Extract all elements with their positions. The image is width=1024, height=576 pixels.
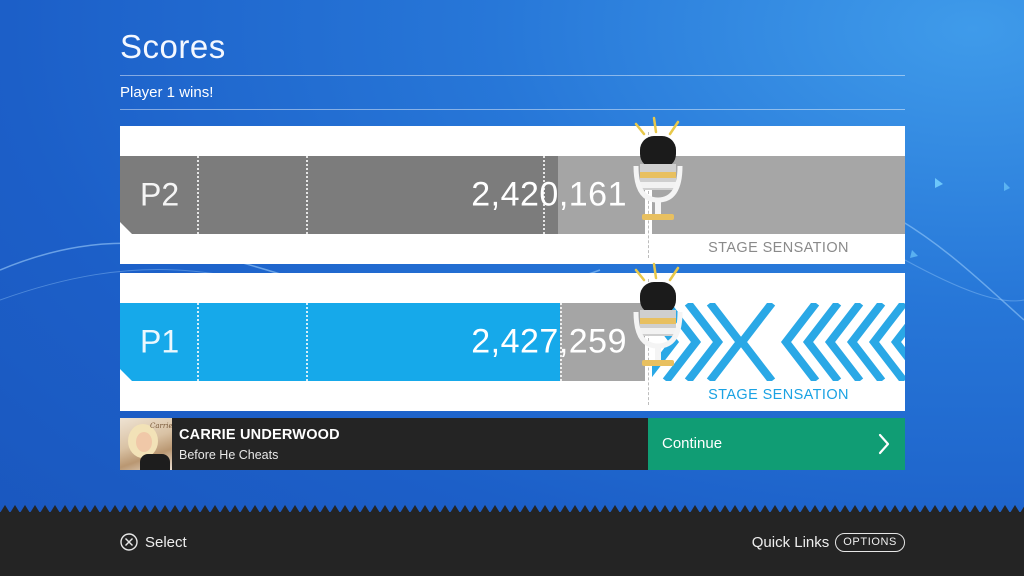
microphone-trophy-icon	[633, 116, 683, 220]
player-1-score-bar: P1 2,427,259	[120, 303, 645, 381]
player-1-score: 2,427,259	[471, 322, 627, 361]
score-marker	[197, 156, 199, 234]
select-hint[interactable]: Select	[120, 531, 187, 553]
result-divider	[120, 109, 905, 110]
cross-button-icon	[120, 533, 138, 551]
album-art-script: Carrie	[150, 422, 172, 430]
continue-button[interactable]: Continue	[648, 418, 905, 470]
options-button[interactable]: OPTIONS	[835, 532, 905, 552]
score-marker	[306, 156, 308, 234]
song-info-bar: Carrie CARRIE UNDERWOOD Before He Cheats	[120, 418, 648, 470]
player-1-award-label: STAGE SENSATION	[708, 387, 849, 403]
page-title: Scores	[120, 28, 226, 65]
player-2-label: P2	[140, 176, 180, 213]
player-2-score-bar: P2 2,420,161	[120, 156, 645, 234]
score-marker	[306, 303, 308, 381]
bar-corner-cut	[120, 222, 132, 234]
player-1-score-card: P1 2,427,259 STAGE SENSATION	[120, 273, 905, 411]
quick-links[interactable]: Quick Links OPTIONS	[752, 531, 905, 553]
player-2-score-card: P2 2,420,161 STAGE SENSATION	[120, 126, 905, 264]
player-1-label: P1	[140, 323, 180, 360]
album-art: Carrie	[120, 418, 172, 470]
continue-label: Continue	[662, 435, 723, 452]
score-marker	[197, 303, 199, 381]
title-divider	[120, 75, 905, 76]
chevron-right-icon	[878, 433, 890, 455]
microphone-trophy-icon	[633, 262, 683, 366]
result-text: Player 1 wins!	[120, 84, 214, 101]
player-2-award-label: STAGE SENSATION	[708, 240, 849, 256]
song-title: Before He Cheats	[179, 448, 279, 462]
select-label: Select	[145, 533, 187, 551]
bar-corner-cut	[120, 369, 132, 381]
artist-name: CARRIE UNDERWOOD	[179, 427, 340, 443]
player-2-score: 2,420,161	[471, 175, 627, 214]
quick-links-label: Quick Links	[751, 533, 830, 551]
